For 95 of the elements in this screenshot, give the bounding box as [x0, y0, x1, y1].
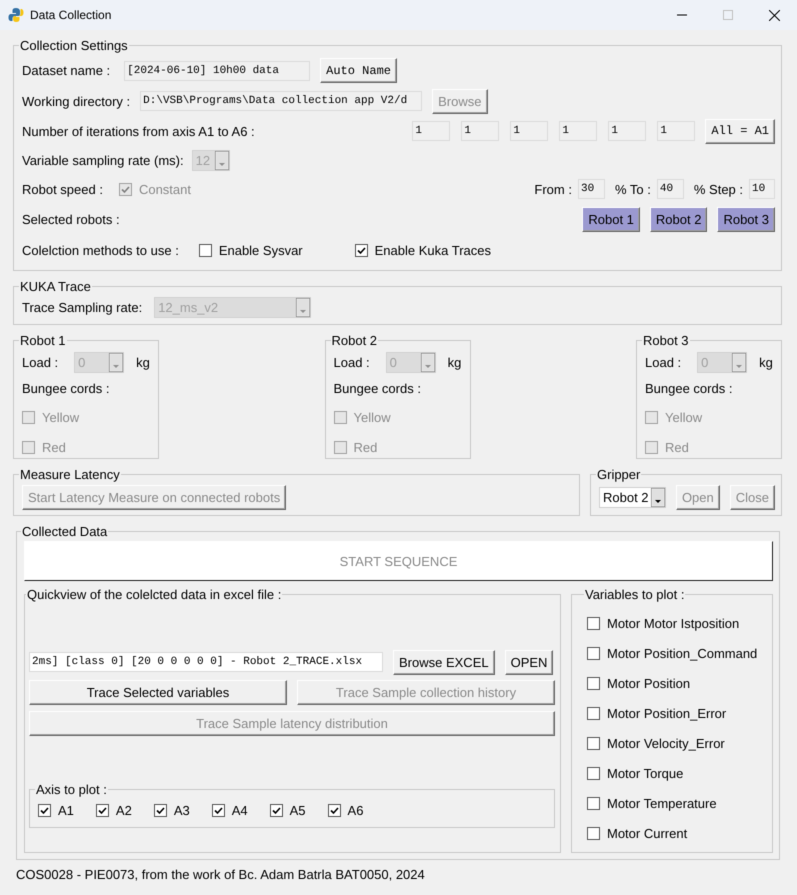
checkbox-label: Red — [42, 440, 66, 454]
checkbox-label: A5 — [290, 802, 306, 818]
group-title: Robot 2 — [330, 333, 378, 348]
field-label: Bungee cords : — [22, 380, 110, 396]
app-logo-icon — [8, 7, 24, 23]
unit-label: kg — [448, 354, 462, 370]
checkbox-label: A1 — [58, 802, 74, 818]
checkbox[interactable] — [198, 244, 212, 256]
checkbox-label: Enable Sysvar — [218, 242, 303, 258]
input-field[interactable]: 10 — [749, 179, 775, 199]
field-label: Dataset name : — [22, 63, 110, 78]
field-label: Bungee cords : — [645, 380, 732, 396]
input-field[interactable]: 40 — [656, 179, 684, 199]
checkbox[interactable] — [38, 804, 51, 816]
input-field[interactable]: 1 — [657, 121, 696, 141]
robot-toggle-button[interactable]: Robot 3 — [717, 206, 775, 232]
checkbox-label: Motor Velocity_Error — [607, 736, 725, 750]
checkbox-label: A4 — [232, 802, 248, 818]
checkbox[interactable] — [587, 796, 600, 810]
checkbox-label: Motor Motor Istposition — [607, 616, 740, 630]
dropdown[interactable]: Robot 2 — [599, 487, 666, 508]
input-field[interactable]: 1 — [608, 121, 646, 141]
field-label: Colelction methods to use : — [22, 242, 179, 258]
group-title: Collection Settings — [19, 38, 129, 53]
input-field[interactable]: D:\VSB\Programs\Data collection app V2/d — [140, 91, 422, 111]
checkbox[interactable] — [328, 804, 341, 816]
button[interactable]: Browse EXCEL — [393, 650, 495, 674]
button[interactable]: OPEN — [504, 650, 554, 674]
field-label: Trace Sampling rate: — [22, 300, 142, 314]
file-path-field[interactable]: 2ms] [class 0] [20 0 0 0 0 0] - Robot 2_TRACE.xlsx — [29, 652, 383, 672]
button[interactable]: Auto Name — [320, 58, 397, 83]
window-title: Data Collection — [30, 8, 112, 22]
group-title: Axis to plot : — [35, 782, 108, 797]
checkbox[interactable] — [587, 766, 600, 780]
input-field[interactable]: 1 — [412, 121, 450, 141]
checkbox-label: A3 — [174, 802, 190, 818]
field-label: From : — [534, 182, 572, 196]
field-label: Selected robots : — [22, 212, 120, 226]
field-label: Working directory : — [22, 94, 130, 108]
checkbox[interactable] — [212, 804, 225, 816]
checkbox[interactable] — [587, 646, 600, 660]
robot-toggle-button[interactable]: Robot 2 — [650, 206, 708, 232]
input-field[interactable]: 1 — [559, 121, 598, 141]
checkbox-label: Motor Position — [607, 676, 690, 690]
checkbox-label: Enable Kuka Traces — [374, 242, 491, 258]
checkbox-label: Red — [354, 440, 378, 454]
checkbox-label: Constant — [138, 182, 191, 196]
button[interactable]: Trace Selected variables — [29, 680, 287, 705]
group-title: KUKA Trace — [19, 279, 92, 294]
checkbox-label: Motor Current — [607, 826, 688, 840]
dropdown-arrow-icon[interactable] — [650, 488, 665, 507]
input-field[interactable]: [2024-06-10] 10h00 data — [124, 60, 310, 80]
checkbox-label: Motor Position_Command — [607, 646, 758, 660]
checkbox[interactable] — [587, 706, 600, 720]
checkbox-label: A6 — [348, 802, 364, 818]
checkbox[interactable] — [154, 804, 167, 816]
field-label: Robot speed : — [22, 182, 103, 196]
checkbox[interactable] — [587, 676, 600, 690]
checkbox-label: Yellow — [354, 410, 391, 424]
checkbox[interactable] — [587, 616, 600, 630]
input-field[interactable]: 1 — [461, 121, 500, 141]
field-label: % To : — [614, 182, 651, 196]
checkbox-label: Yellow — [42, 410, 80, 424]
field-label: Number of iterations from axis A1 to A6 : — [22, 124, 255, 138]
button[interactable]: All = A1 — [705, 118, 775, 144]
checkbox[interactable] — [354, 244, 368, 256]
checkbox-label: Motor Position_Error — [607, 706, 726, 720]
checkbox-label: Motor Temperature — [607, 796, 717, 810]
robot-toggle-button[interactable]: Robot 1 — [582, 206, 640, 232]
checkbox-label: A2 — [116, 802, 132, 818]
checkbox[interactable] — [587, 736, 600, 750]
field-label: % Step : — [694, 182, 743, 196]
unit-label: kg — [759, 354, 773, 370]
group-title: Robot 3 — [642, 333, 690, 348]
field-label: Load : — [334, 354, 370, 370]
checkbox[interactable] — [587, 826, 600, 840]
checkbox[interactable] — [270, 804, 283, 816]
group-title: Variables to plot : — [584, 587, 686, 602]
field-label: Load : — [645, 354, 682, 370]
group-title: Robot 1 — [19, 333, 67, 348]
status-text: COS0028 - PIE0073, from the work of Bc. Adam Batrla BAT0050, 2024 — [15, 866, 426, 884]
field-label: Bungee cords : — [334, 380, 421, 396]
group-title: Measure Latency — [19, 467, 121, 482]
group-title: Gripper — [596, 467, 642, 482]
group-title: Collected Data — [21, 524, 108, 539]
field-label: Load : — [22, 354, 58, 370]
field-label: Variable sampling rate (ms): — [22, 152, 184, 168]
input-field[interactable]: 30 — [578, 179, 605, 199]
unit-label: kg — [136, 354, 150, 370]
checkbox-label: Red — [665, 440, 689, 454]
checkbox-label: Motor Torque — [607, 766, 684, 780]
group-title: Quickview of the colelcted data in excel file : — [26, 587, 282, 602]
checkbox-label: Yellow — [665, 410, 702, 424]
checkbox[interactable] — [96, 804, 109, 816]
input-field[interactable]: 1 — [510, 121, 548, 141]
